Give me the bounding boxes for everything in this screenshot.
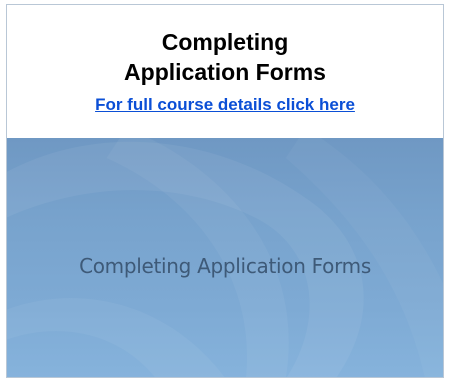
card-header: Completing Application Forms For full co… (7, 5, 443, 138)
course-thumbnail[interactable]: Completing Application Forms (7, 138, 443, 377)
course-card: Completing Application Forms For full co… (6, 4, 444, 378)
thumbnail-caption: Completing Application Forms (79, 254, 371, 278)
course-details-link[interactable]: For full course details click here (95, 95, 355, 115)
course-title-line-2: Application Forms (124, 59, 326, 85)
course-title-line-1: Completing (161, 29, 289, 55)
course-title: Completing Application Forms (7, 5, 443, 87)
